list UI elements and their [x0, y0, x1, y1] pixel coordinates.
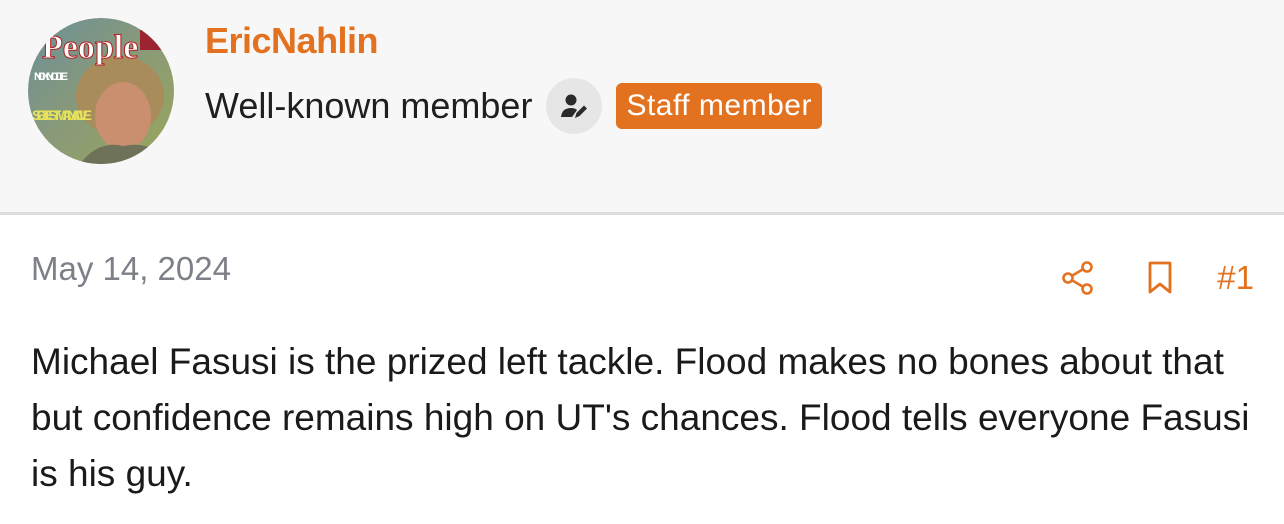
- avatar[interactable]: People NICK NOLTE SEXIEST MAN ALIVE: [28, 18, 174, 164]
- user-title: Well-known member: [205, 85, 533, 126]
- avatar-side-text: NICK NOLTE: [34, 71, 68, 83]
- avatar-headline: SEXIEST MAN ALIVE: [32, 107, 92, 123]
- message-user-header: People NICK NOLTE SEXIEST MAN ALIVE Eric…: [0, 0, 1284, 215]
- user-edit-icon[interactable]: [546, 78, 603, 134]
- post-date[interactable]: May 14, 2024: [31, 250, 231, 288]
- avatar-masthead: People: [42, 29, 138, 66]
- post-body: Michael Fasusi is the prized left tackle…: [31, 341, 1250, 494]
- post-actions: #1: [1061, 256, 1254, 300]
- staff-badge: Staff member: [616, 83, 822, 129]
- user-title-row: Well-known member Staff member: [205, 78, 822, 134]
- avatar-magazine-cover-image: People NICK NOLTE SEXIEST MAN ALIVE: [28, 18, 174, 164]
- post-number-link[interactable]: #1: [1217, 259, 1254, 297]
- share-icon[interactable]: [1061, 260, 1095, 296]
- bookmark-icon[interactable]: [1147, 261, 1173, 295]
- username-link[interactable]: EricNahlin: [205, 20, 379, 62]
